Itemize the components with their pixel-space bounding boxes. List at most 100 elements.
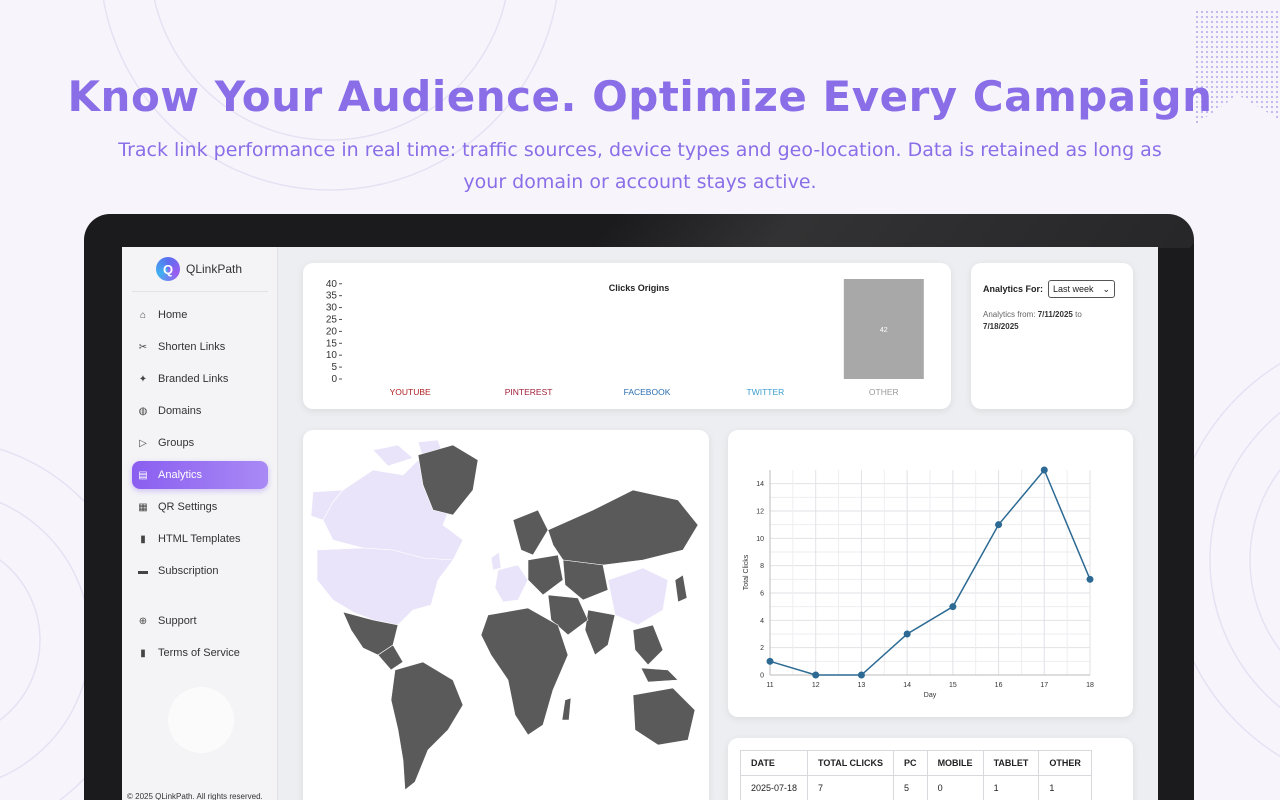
brand-divider <box>132 291 268 292</box>
column-header-date: DATE <box>739 750 809 776</box>
table-cell: 2025-07-18 <box>739 775 809 800</box>
sidebar-nav: ⌂ Home ✂ Shorten Links ✦ Branded Links ◍ Domain… <box>132 301 268 671</box>
sidebar-item-label: Analytics <box>158 469 203 481</box>
map-country-uk[interactable] <box>490 551 502 571</box>
x-tick-label: 14 <box>903 682 911 689</box>
table-cell: 5 <box>893 775 928 800</box>
y-tick-label: 0 <box>331 374 337 385</box>
column-header-pc: PC <box>893 750 928 776</box>
y-tick-label: 8 <box>760 563 764 570</box>
map-country-scandinavia[interactable] <box>512 509 549 556</box>
map-country-usa[interactable] <box>316 547 454 626</box>
x-tick-label: 15 <box>949 682 957 689</box>
map-country-central-asia[interactable] <box>562 559 609 601</box>
clicks-table: DATE TOTAL CLICKS PC MOBILE TABLET OTHER 2025… <box>739 750 1092 800</box>
sidebar-item-branded-links[interactable]: ✦ Branded Links <box>132 365 268 393</box>
chevron-down-icon: ⌄ <box>1102 283 1110 294</box>
brand[interactable]: Q QLinkPath <box>156 257 242 281</box>
sidebar-item-home[interactable]: ⌂ Home <box>132 301 268 329</box>
x-category-label: PINTEREST <box>505 387 553 397</box>
map-country-africa[interactable] <box>480 607 569 736</box>
y-tick-label: 30 <box>326 303 338 314</box>
sidebar-item-label: QR Settings <box>158 501 218 513</box>
sidebar-item-qr-settings[interactable]: ▦ QR Settings <box>132 493 268 521</box>
y-tick-label: 14 <box>756 481 764 488</box>
sidebar: Q QLinkPath ⌂ Home ✂ Shorten Links ✦ Branded … <box>122 247 278 800</box>
period-select[interactable]: Last week ⌄ <box>1048 280 1115 298</box>
qr-icon: ▦ <box>138 501 148 513</box>
table-cell: 0 <box>926 775 984 800</box>
column-header-total-clicks: TOTAL CLICKS <box>807 750 895 776</box>
x-tick-label: 18 <box>1086 682 1094 689</box>
map-country-western-europe[interactable] <box>494 564 529 603</box>
map-country-india[interactable] <box>584 609 616 656</box>
sidebar-item-groups[interactable]: ▷ Groups <box>132 429 268 457</box>
sidebar-item-label: Domains <box>158 405 202 417</box>
map-country-russia[interactable] <box>547 489 699 566</box>
brand-logo-icon: Q <box>156 257 180 281</box>
sidebar-item-domains[interactable]: ◍ Domains <box>132 397 268 425</box>
sidebar-item-label: Terms of Service <box>158 647 240 659</box>
x-axis-label: Day <box>924 692 937 699</box>
map-country-madagascar[interactable] <box>561 697 572 721</box>
sidebar-item-subscription[interactable]: ▬ Subscription <box>132 557 268 585</box>
y-tick-label: 5 <box>331 362 337 373</box>
decorative-circle <box>168 687 234 753</box>
y-tick-label: 25 <box>326 314 338 325</box>
sidebar-item-analytics[interactable]: ▤ Analytics <box>132 461 268 489</box>
map-country-south-america[interactable] <box>390 661 464 791</box>
data-point <box>903 630 911 638</box>
copyright: © 2025 QLinkPath. All rights reserved. <box>127 792 263 800</box>
sidebar-item-terms-of-service[interactable]: ▮ Terms of Service <box>132 639 268 667</box>
x-category-label: YOUTUBE <box>390 387 431 397</box>
analytics-range: Analytics from: 7/11/2025 to 7/18/2025 <box>983 309 1123 333</box>
hero-subtitle: Track link performance in real time: tra… <box>118 139 1162 193</box>
analytics-filter-card: Analytics For: Last week ⌄ Analytics fro… <box>971 263 1133 409</box>
sidebar-item-html-templates[interactable]: ▮ HTML Templates <box>132 525 268 553</box>
y-tick-label: 40 <box>326 279 338 290</box>
app-screen: Q QLinkPath ⌂ Home ✂ Shorten Links ✦ Branded … <box>122 247 1158 800</box>
x-tick-label: 11 <box>766 682 773 689</box>
period-select-value: Last week <box>1053 284 1094 294</box>
map-country-se-asia[interactable] <box>632 624 664 666</box>
column-header-tablet: TABLET <box>982 750 1040 776</box>
map-country-japan[interactable] <box>674 574 688 603</box>
world-map-card <box>303 430 709 800</box>
map-country-eastern-europe[interactable] <box>527 554 564 596</box>
laptop-frame: Q QLinkPath ⌂ Home ✂ Shorten Links ✦ Branded … <box>84 214 1194 800</box>
y-tick-label: 20 <box>326 326 338 337</box>
map-country-australia[interactable] <box>632 687 696 746</box>
sidebar-item-shorten-links[interactable]: ✂ Shorten Links <box>132 333 268 361</box>
y-tick-label: 35 <box>326 291 338 302</box>
y-tick-label: 4 <box>760 618 764 625</box>
globe-icon: ◍ <box>138 405 148 417</box>
map-country-china[interactable] <box>607 567 669 626</box>
data-point <box>1086 575 1094 583</box>
column-header-mobile: MOBILE <box>926 750 984 776</box>
map-country-indonesia[interactable] <box>640 667 679 683</box>
range-prefix: Analytics from: <box>983 310 1036 319</box>
y-tick-label: 10 <box>756 536 764 543</box>
range-to-word: to <box>1075 310 1082 319</box>
range-to: 7/18/2025 <box>983 322 1019 331</box>
x-tick-label: 16 <box>995 682 1003 689</box>
clicks-origins-card: 0 5 10 15 20 25 30 35 40 Clicks Origins YOUTUBE PIN… <box>303 263 951 409</box>
y-tick-label: 2 <box>760 645 764 652</box>
chart-title: Clicks Origins <box>609 283 670 293</box>
sidebar-item-support[interactable]: ⊕ Support <box>132 607 268 635</box>
table-header-row: DATE TOTAL CLICKS PC MOBILE TABLET OTHER <box>739 750 1092 776</box>
home-icon: ⌂ <box>139 309 147 321</box>
hero-title: Know Your Audience. Optimize Every Campa… <box>67 72 1213 121</box>
sidebar-item-label: Support <box>158 615 197 627</box>
analytics-for-label: Analytics For: <box>983 284 1044 294</box>
sidebar-item-label: Groups <box>158 437 195 449</box>
x-category-label: TWITTER <box>747 387 785 397</box>
world-map[interactable] <box>303 430 709 800</box>
data-point <box>857 671 865 679</box>
x-tick-label: 12 <box>812 682 820 689</box>
x-category-label: OTHER <box>869 387 899 397</box>
laptop-sheen <box>589 214 1194 248</box>
sidebar-item-label: HTML Templates <box>158 533 241 545</box>
range-from: 7/11/2025 <box>1037 310 1073 319</box>
